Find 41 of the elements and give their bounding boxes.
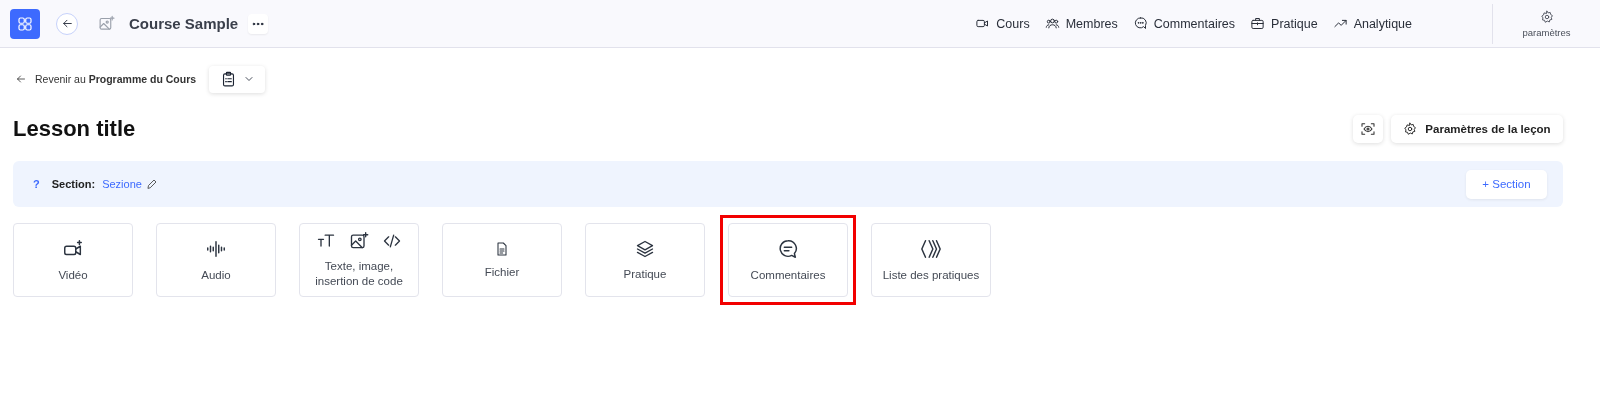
lesson-title: Lesson title — [13, 116, 136, 142]
settings-button[interactable]: paramètres — [1492, 3, 1600, 44]
block-option[interactable]: Pratique — [585, 223, 705, 297]
help-icon[interactable]: ? — [33, 178, 40, 190]
section-label: Section: — [51, 178, 96, 190]
back-arrow-icon — [15, 73, 27, 85]
back-link[interactable]: Revenir au Programme du Cours — [15, 73, 197, 85]
apps-button[interactable] — [10, 8, 40, 39]
image-add-icon — [98, 15, 115, 32]
nav-link[interactable]: Cours — [975, 16, 1030, 31]
users-icon — [1044, 16, 1060, 31]
lesson-settings-button[interactable]: Paramètres de la leçon — [1391, 115, 1563, 143]
comment-icon — [777, 237, 799, 260]
block-option[interactable]: Texte, image, insertion de code — [299, 223, 419, 297]
more-button[interactable] — [248, 13, 269, 34]
chat-bubble-icon — [1132, 16, 1148, 31]
nav-link[interactable]: Analytique — [1332, 16, 1412, 31]
nav-link[interactable]: Commentaires — [1132, 16, 1236, 31]
chevrons-icon — [920, 237, 942, 260]
block-option[interactable]: Vidéo — [13, 223, 133, 297]
back-button[interactable] — [56, 12, 78, 35]
nav-link[interactable]: Membres — [1044, 16, 1118, 31]
back-arrow-icon — [60, 17, 74, 30]
block-option[interactable]: Commentaires — [728, 223, 848, 297]
nav-link[interactable]: Pratique — [1250, 16, 1318, 31]
edit-icon — [145, 178, 158, 190]
layers-icon — [635, 238, 655, 259]
block-option[interactable]: Audio — [156, 223, 276, 297]
grid-icon — [16, 14, 34, 33]
document-icon — [494, 240, 510, 257]
lesson-type-dropdown[interactable] — [209, 65, 266, 93]
settings-icon — [1539, 9, 1554, 24]
course-title: Course Sample — [129, 15, 239, 32]
block-option[interactable]: Fichier — [442, 223, 562, 297]
add-section-button[interactable]: + Section — [1466, 169, 1547, 199]
preview-button[interactable] — [1353, 115, 1383, 143]
preview-icon — [1360, 121, 1376, 137]
block-option[interactable]: Liste des pratiques — [871, 223, 991, 297]
section-name: Sezione — [102, 178, 142, 190]
settings-icon — [1403, 122, 1418, 136]
briefcase-icon — [1250, 16, 1266, 31]
